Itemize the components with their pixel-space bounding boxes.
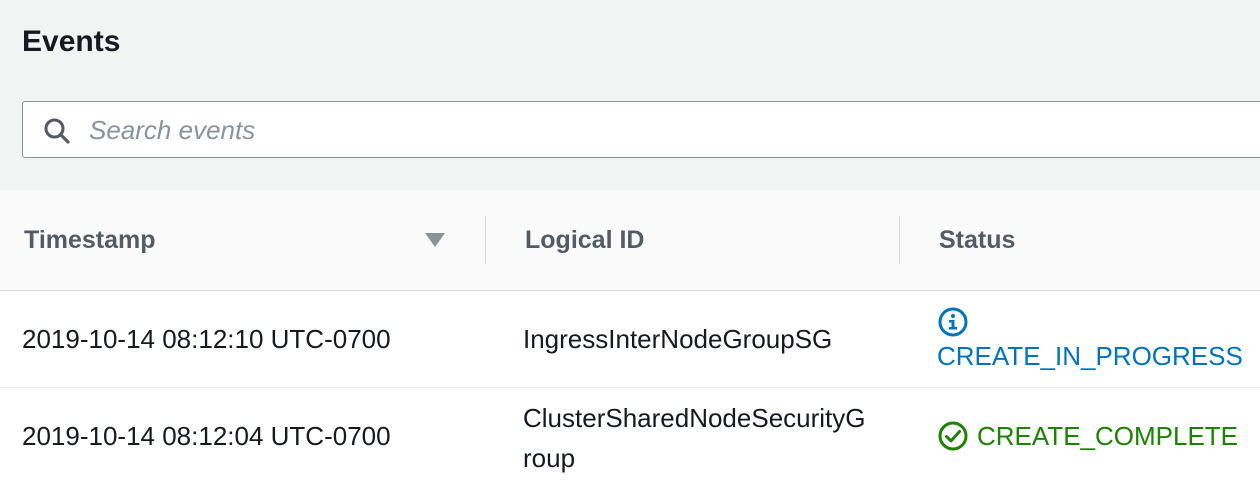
- events-header-panel: Events: [0, 0, 1260, 191]
- column-header-status[interactable]: Status: [939, 190, 1015, 290]
- timestamp-cell: 2019-10-14 08:12:10 UTC-0700: [22, 324, 391, 354]
- column-header-timestamp[interactable]: Timestamp: [24, 190, 156, 290]
- status-text: CREATE_COMPLETE: [977, 421, 1239, 451]
- check-circle-icon: [938, 421, 968, 451]
- status-text: CREATE_IN_PROGRESS: [937, 341, 1243, 371]
- search-icon: [44, 118, 70, 144]
- status-cell: CREATE_IN_PROGRESS: [937, 301, 1243, 375]
- table-row: 2019-10-14 08:12:10 UTC-0700 IngressInte…: [0, 291, 1260, 388]
- table-header: Timestamp Logical ID Status: [0, 190, 1260, 291]
- column-divider[interactable]: [899, 216, 900, 264]
- info-icon: [938, 307, 968, 337]
- status-cell: CREATE_COMPLETE: [937, 416, 1238, 456]
- logical-id-cell: ClusterSharedNodeSecurityGroup: [523, 403, 866, 473]
- logical-id-cell: IngressInterNodeGroupSG: [523, 324, 833, 354]
- timestamp-cell: 2019-10-14 08:12:04 UTC-0700: [22, 421, 391, 451]
- table-row: 2019-10-14 08:12:04 UTC-0700 ClusterShar…: [0, 388, 1260, 484]
- sort-descending-icon[interactable]: [425, 233, 445, 247]
- column-divider[interactable]: [485, 216, 486, 264]
- page-title: Events: [22, 25, 121, 58]
- search-input[interactable]: [89, 110, 1089, 150]
- column-header-logical-id[interactable]: Logical ID: [525, 190, 644, 290]
- search-box[interactable]: [22, 101, 1260, 158]
